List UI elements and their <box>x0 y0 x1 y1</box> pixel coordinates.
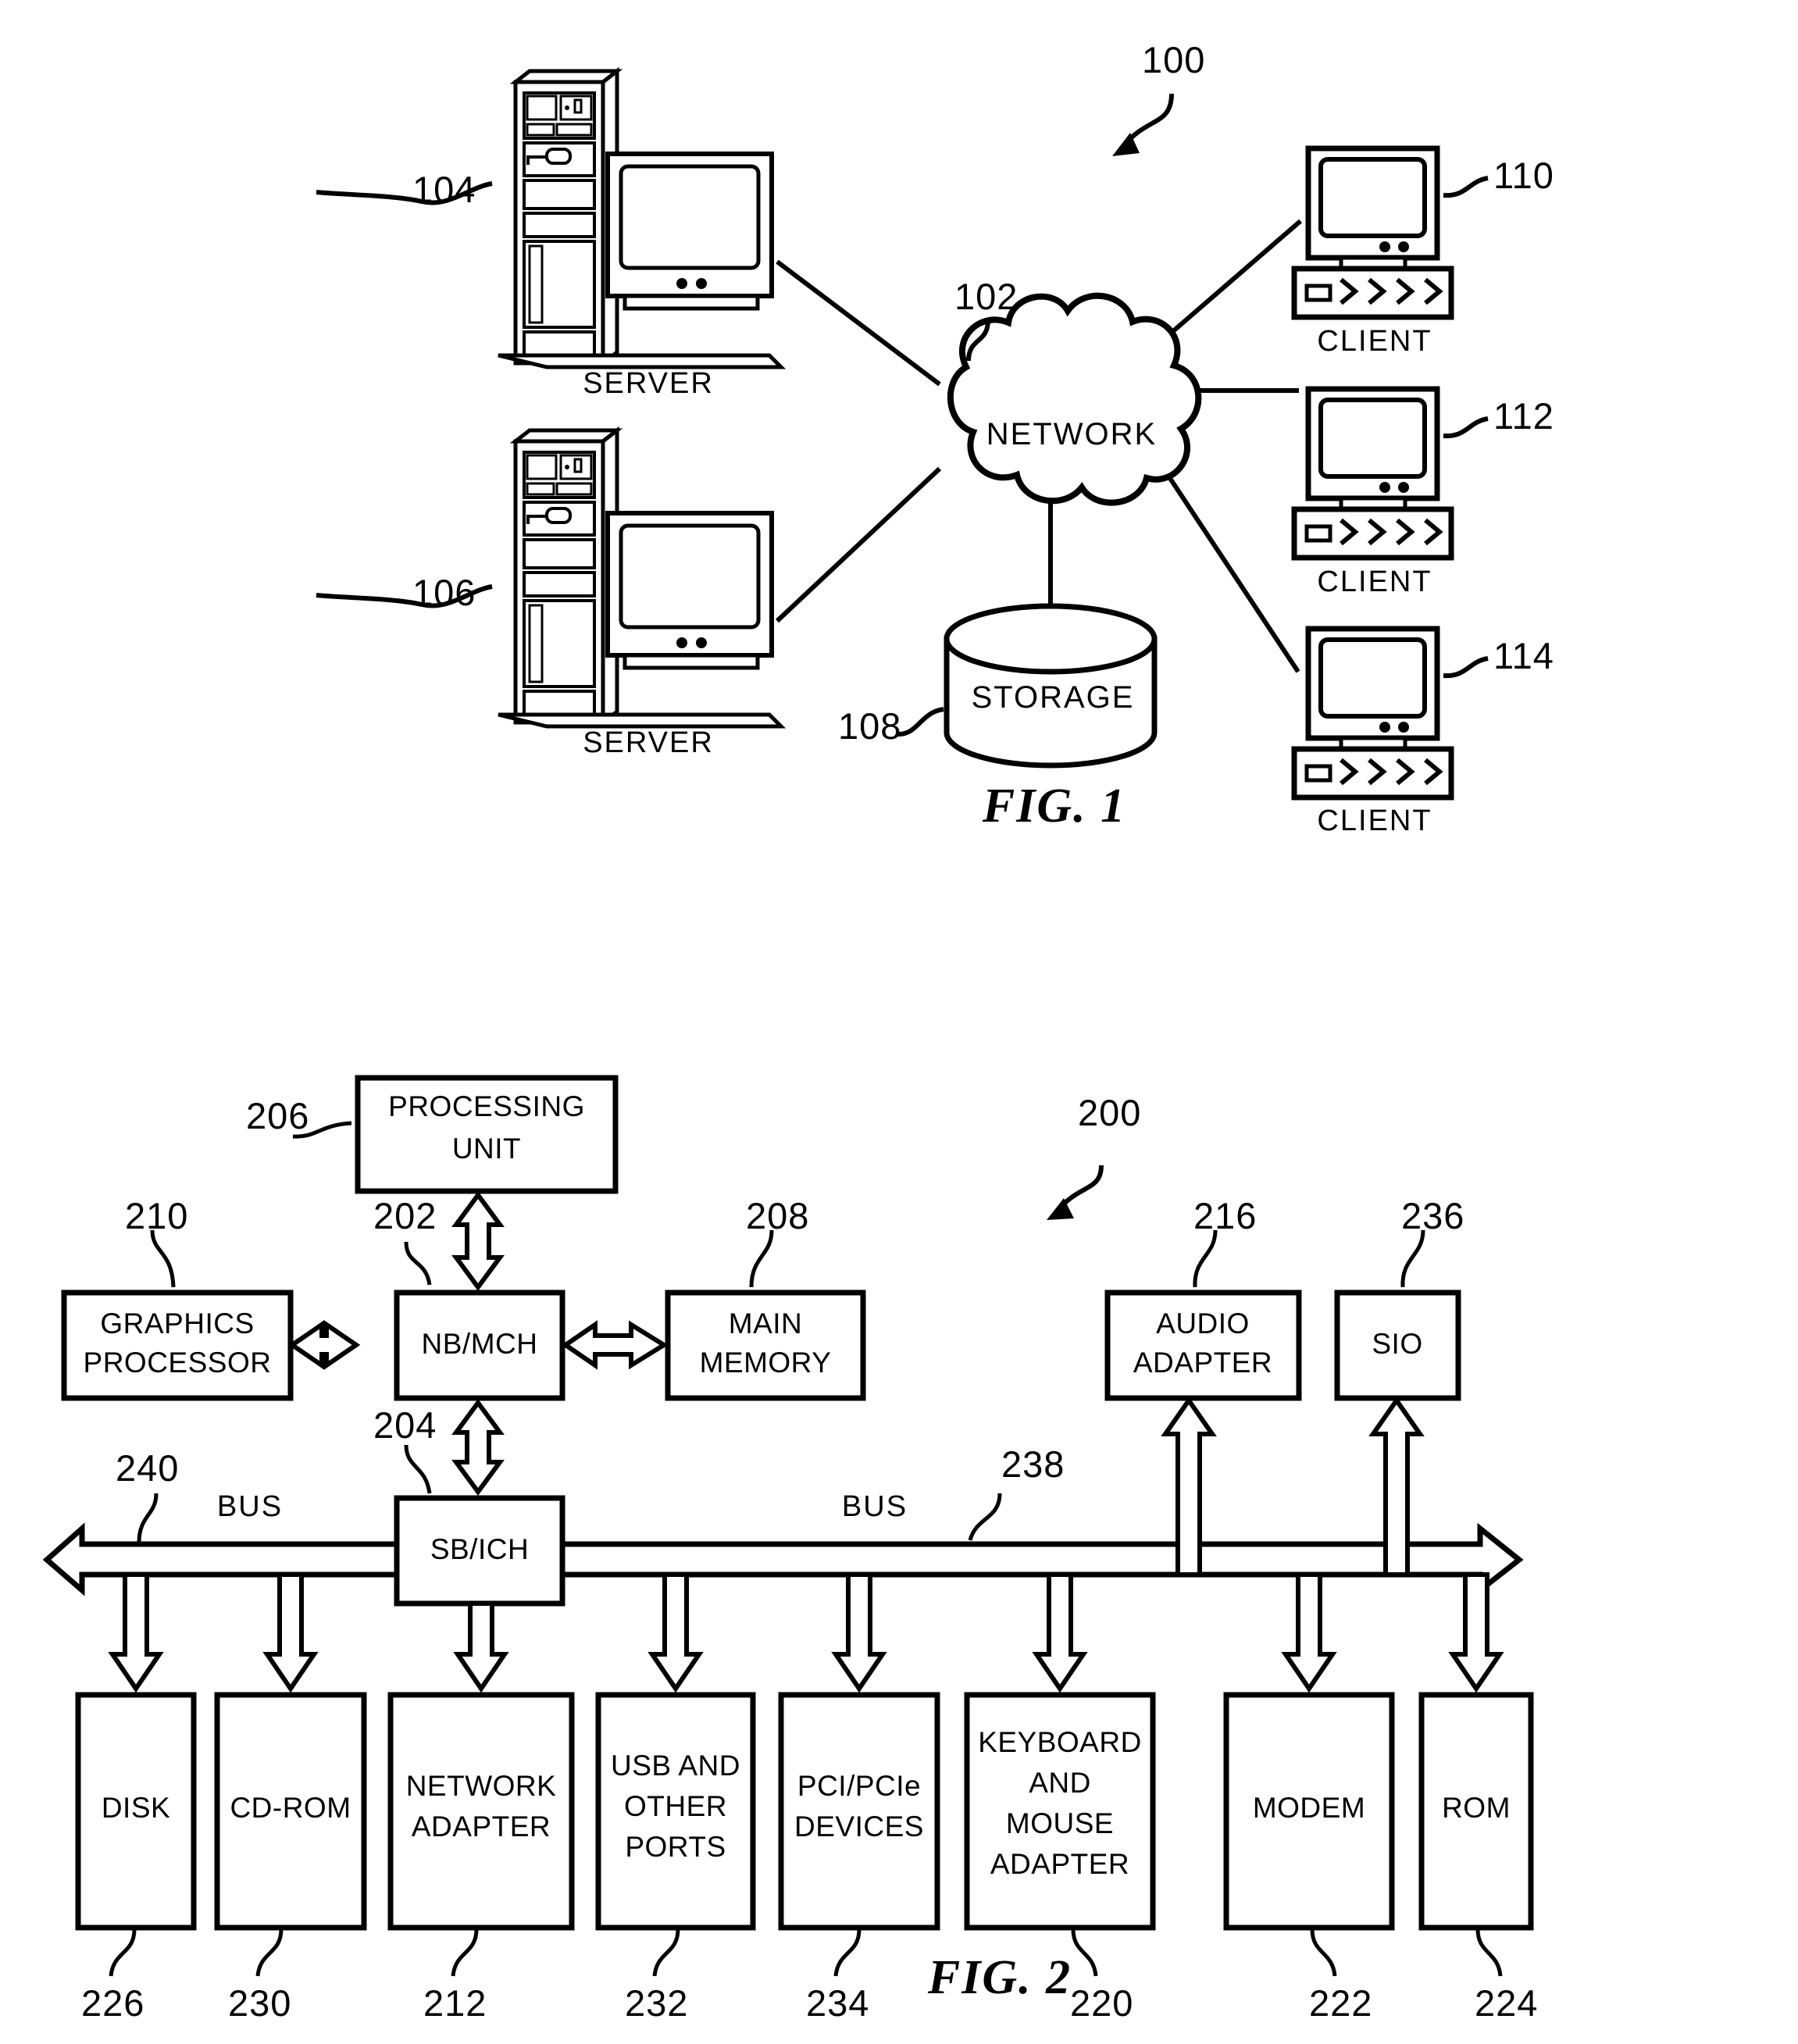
ref-leader-204 <box>404 1444 432 1494</box>
keyboard-mouse-label-line2: AND <box>1029 1767 1091 1799</box>
ref-leader-216 <box>1193 1229 1218 1288</box>
ref-number-112: 112 <box>1493 395 1554 437</box>
audio-adapter-label-line2: ADAPTER <box>1133 1347 1273 1379</box>
ref-number-200: 200 <box>1078 1092 1142 1133</box>
ref-leader-100 <box>1112 93 1174 156</box>
sio-label: SIO <box>1372 1328 1423 1360</box>
bus-left-arrow <box>42 1522 400 1596</box>
usb-ports-label-line1: USB AND <box>611 1750 740 1782</box>
ref-leader-112 <box>1443 416 1489 439</box>
ref-leader-200 <box>1047 1165 1104 1220</box>
sb-ich-label: SB/ICH <box>430 1533 530 1565</box>
cd-rom-label: CD-ROM <box>230 1792 351 1824</box>
keyboard-mouse-label-line1: KEYBOARD <box>978 1726 1142 1758</box>
bus-drop-arrows <box>108 1572 1504 1693</box>
ref-leader-202 <box>404 1241 432 1286</box>
ref-leader-208 <box>749 1229 774 1288</box>
processing-unit-label-line2: UNIT <box>451 1133 522 1165</box>
client-middle-graphic <box>1294 389 1451 558</box>
ref-number-102: 102 <box>954 276 1019 317</box>
client-middle-label: CLIENT <box>1317 565 1432 598</box>
ref-number-204: 204 <box>373 1404 437 1446</box>
arrow-gp-nbmch <box>287 1320 361 1370</box>
ref-number-224: 224 <box>1475 1982 1539 2024</box>
ref-number-208: 208 <box>746 1195 810 1236</box>
main-memory-label-line1: MAIN <box>728 1307 803 1339</box>
main-memory-label-line2: MEMORY <box>699 1347 832 1379</box>
ref-leader-110 <box>1443 176 1489 198</box>
ref-number-226: 226 <box>81 1982 145 2024</box>
ref-number-240: 240 <box>116 1447 180 1489</box>
ref-leader-236 <box>1400 1229 1425 1288</box>
ref-leader-240 <box>137 1493 159 1543</box>
arrow-nbmch-memory <box>561 1320 669 1370</box>
ref-leader-238 <box>968 1493 1002 1541</box>
pci-devices-label-line2: DEVICES <box>794 1810 924 1842</box>
ref-leader-210 <box>150 1229 176 1288</box>
ref-number-210: 210 <box>125 1195 189 1236</box>
keyboard-mouse-label-line4: ADAPTER <box>990 1848 1130 1880</box>
server-top-label: SERVER <box>583 367 714 400</box>
arrow-nbmch-sbich <box>451 1398 505 1496</box>
storage-label: STORAGE <box>971 680 1135 715</box>
server-bottom-label: SERVER <box>583 726 714 759</box>
client-bottom-graphic <box>1294 629 1451 797</box>
ref-number-234: 234 <box>806 1982 870 2024</box>
ref-number-216: 216 <box>1193 1195 1258 1236</box>
usb-ports-label-line2: OTHER <box>624 1790 727 1822</box>
ref-number-110: 110 <box>1493 155 1554 196</box>
ref-number-202: 202 <box>373 1195 437 1236</box>
server-top-graphic <box>498 71 787 369</box>
ref-number-230: 230 <box>228 1982 292 2024</box>
network-label: NETWORK <box>986 417 1158 451</box>
ref-number-222: 222 <box>1309 1982 1373 2024</box>
client-bottom-label: CLIENT <box>1317 804 1432 837</box>
graphics-processor-label-line1: GRAPHICS <box>100 1307 255 1339</box>
ref-number-232: 232 <box>625 1982 689 2024</box>
ref-number-108: 108 <box>838 705 902 747</box>
drawing-canvas <box>42 0 1534 1977</box>
figure-1-caption: FIG. 1 <box>982 779 1127 833</box>
patent-drawing-sheet: 104 SERVER 106 SERVER 102 NETWORK 108 ST… <box>0 0 1798 2044</box>
bus-right-label: BUS <box>841 1490 908 1523</box>
audio-adapter-label-line1: AUDIO <box>1156 1307 1250 1339</box>
ref-number-106: 106 <box>412 572 476 613</box>
ref-number-100: 100 <box>1142 39 1206 80</box>
client-top-label: CLIENT <box>1317 325 1432 358</box>
bus-right-arrow <box>559 1522 1524 1596</box>
figure-2-caption: FIG. 2 <box>927 1951 1072 2004</box>
ref-number-220: 220 <box>1070 1982 1134 2024</box>
pci-devices-label-line1: PCI/PCIe <box>797 1770 922 1802</box>
ref-leader-108 <box>896 707 944 737</box>
processing-unit-label-line1: PROCESSING <box>388 1090 585 1122</box>
bus-left-label: BUS <box>216 1490 284 1523</box>
bottom-ref-leaders <box>109 1928 1503 1977</box>
graphics-processor-label-line2: PROCESSOR <box>83 1347 272 1379</box>
ref-leader-114 <box>1443 656 1489 679</box>
ref-number-236: 236 <box>1401 1195 1465 1236</box>
arrow-pu-nbmch <box>451 1190 505 1292</box>
rom-label: ROM <box>1442 1792 1511 1824</box>
usb-ports-label-line3: PORTS <box>625 1831 726 1863</box>
client-top-graphic <box>1294 148 1451 317</box>
server-bottom-graphic <box>498 430 787 729</box>
disk-label: DISK <box>101 1792 171 1824</box>
modem-label: MODEM <box>1252 1792 1366 1824</box>
network-adapter-label-line1: NETWORK <box>405 1770 557 1802</box>
ref-number-104: 104 <box>412 169 476 210</box>
ref-number-238: 238 <box>1001 1443 1065 1485</box>
network-adapter-label-line2: ADAPTER <box>411 1810 551 1842</box>
ref-number-212: 212 <box>423 1982 487 2024</box>
ref-number-114: 114 <box>1493 635 1554 676</box>
ref-number-206: 206 <box>246 1095 310 1136</box>
keyboard-mouse-label-line3: MOUSE <box>1005 1807 1115 1839</box>
nb-mch-label: NB/MCH <box>421 1328 538 1360</box>
